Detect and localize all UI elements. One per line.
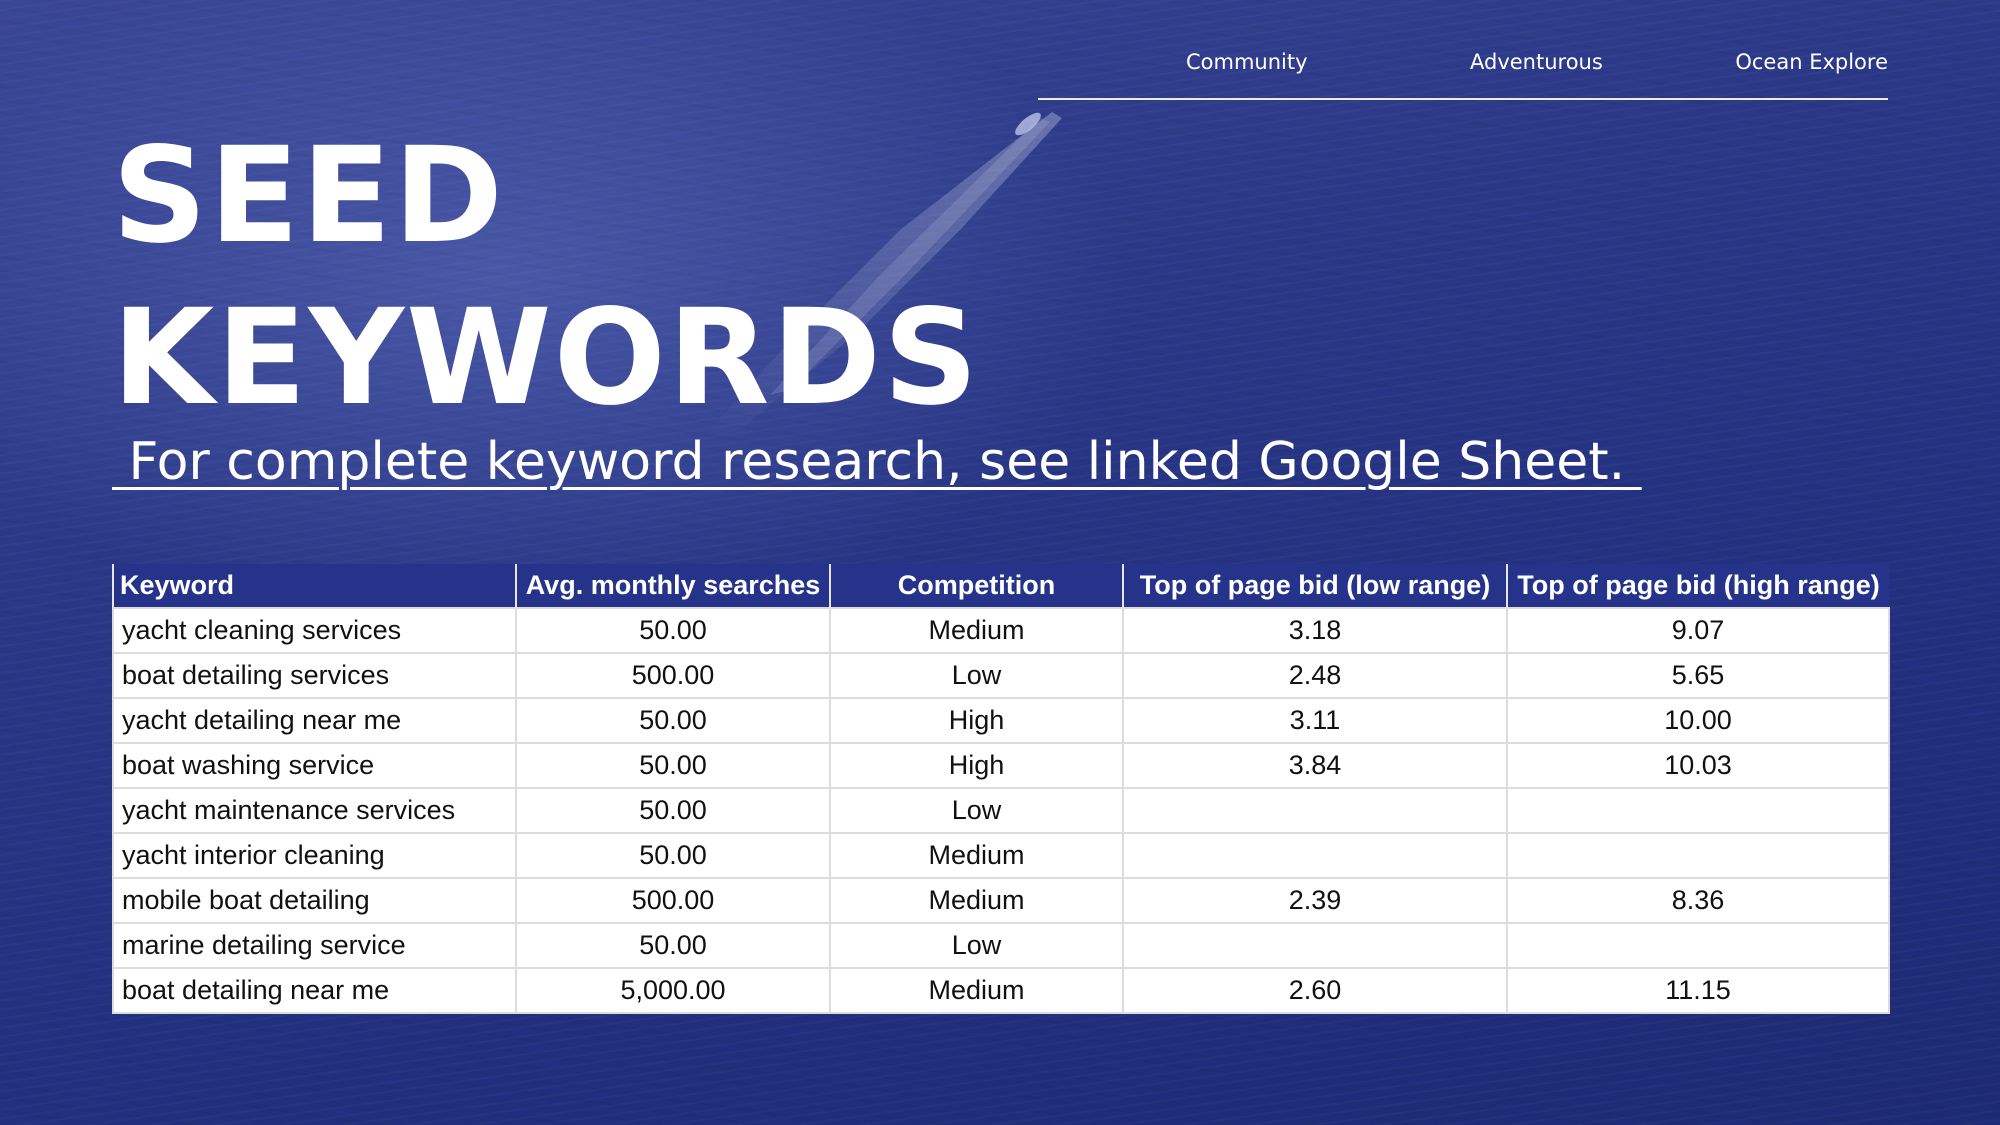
table-row: mobile boat detailing 500.00 Medium 2.39…	[112, 877, 1890, 924]
cell-bid-high	[1506, 832, 1890, 879]
table-row: yacht maintenance services 50.00 Low	[112, 787, 1890, 834]
column-header-competition: Competition	[829, 564, 1123, 608]
nav-link-adventurous[interactable]: Adventurous	[1470, 50, 1603, 74]
cell-searches: 5,000.00	[515, 967, 831, 1014]
column-header-bid-high: Top of page bid (high range)	[1506, 564, 1889, 608]
cell-keyword: boat washing service	[112, 742, 517, 789]
table-row: yacht detailing near me 50.00 High 3.11 …	[112, 697, 1890, 744]
keyword-table: Keyword Avg. monthly searches Competitio…	[112, 564, 1890, 1014]
table-header-row: Keyword Avg. monthly searches Competitio…	[112, 564, 1889, 608]
title-line-2: KEYWORDS	[112, 281, 981, 435]
cell-bid-high	[1506, 922, 1890, 969]
cell-competition: High	[829, 697, 1124, 744]
title-line-1: SEED	[112, 119, 505, 273]
cell-searches: 50.00	[515, 742, 831, 789]
cell-keyword: yacht maintenance services	[112, 787, 517, 834]
cell-bid-high: 10.03	[1506, 742, 1890, 789]
table-row: yacht interior cleaning 50.00 Medium	[112, 832, 1890, 879]
table-row: boat washing service 50.00 High 3.84 10.…	[112, 742, 1890, 789]
cell-competition: Medium	[829, 832, 1124, 879]
column-header-keyword: Keyword	[112, 564, 516, 608]
cell-keyword: yacht detailing near me	[112, 697, 517, 744]
column-header-bid-low: Top of page bid (low range)	[1122, 564, 1507, 608]
cell-bid-high: 5.65	[1506, 652, 1890, 699]
cell-searches: 50.00	[515, 697, 831, 744]
cell-bid-low	[1122, 787, 1508, 834]
cell-competition: Low	[829, 922, 1124, 969]
cell-competition: Medium	[829, 967, 1124, 1014]
cell-keyword: boat detailing near me	[112, 967, 517, 1014]
cell-bid-high	[1506, 787, 1890, 834]
cell-competition: Low	[829, 652, 1124, 699]
cell-bid-high: 10.00	[1506, 697, 1890, 744]
nav-link-community[interactable]: Community	[1186, 50, 1308, 74]
cell-keyword: yacht interior cleaning	[112, 832, 517, 879]
google-sheet-link[interactable]: For complete keyword research, see linke…	[112, 432, 1642, 492]
cell-bid-low: 2.48	[1122, 652, 1508, 699]
table-row: yacht cleaning services 50.00 Medium 3.1…	[112, 607, 1890, 654]
cell-bid-low: 2.39	[1122, 877, 1508, 924]
cell-bid-low	[1122, 832, 1508, 879]
cell-keyword: marine detailing service	[112, 922, 517, 969]
cell-competition: Low	[829, 787, 1124, 834]
cell-keyword: mobile boat detailing	[112, 877, 517, 924]
table-row: boat detailing services 500.00 Low 2.48 …	[112, 652, 1890, 699]
cell-keyword: yacht cleaning services	[112, 607, 517, 654]
cell-competition: High	[829, 742, 1124, 789]
cell-searches: 500.00	[515, 652, 831, 699]
cell-searches: 50.00	[515, 922, 831, 969]
cell-competition: Medium	[829, 607, 1124, 654]
table-row: boat detailing near me 5,000.00 Medium 2…	[112, 967, 1890, 1014]
cell-keyword: boat detailing services	[112, 652, 517, 699]
cell-bid-low	[1122, 922, 1508, 969]
cell-bid-low: 2.60	[1122, 967, 1508, 1014]
cell-searches: 50.00	[515, 607, 831, 654]
page-title: SEED KEYWORDS	[112, 115, 980, 439]
top-navigation: Community Adventurous Ocean Explore	[1038, 48, 1888, 100]
cell-searches: 50.00	[515, 787, 831, 834]
cell-bid-low: 3.84	[1122, 742, 1508, 789]
cell-bid-low: 3.18	[1122, 607, 1508, 654]
cell-bid-low: 3.11	[1122, 697, 1508, 744]
cell-competition: Medium	[829, 877, 1124, 924]
cell-searches: 500.00	[515, 877, 831, 924]
cell-bid-high: 9.07	[1506, 607, 1890, 654]
cell-bid-high: 8.36	[1506, 877, 1890, 924]
cell-bid-high: 11.15	[1506, 967, 1890, 1014]
nav-link-ocean-explore[interactable]: Ocean Explore	[1735, 50, 1888, 74]
table-row: marine detailing service 50.00 Low	[112, 922, 1890, 969]
cell-searches: 50.00	[515, 832, 831, 879]
column-header-avg-monthly-searches: Avg. monthly searches	[515, 564, 830, 608]
